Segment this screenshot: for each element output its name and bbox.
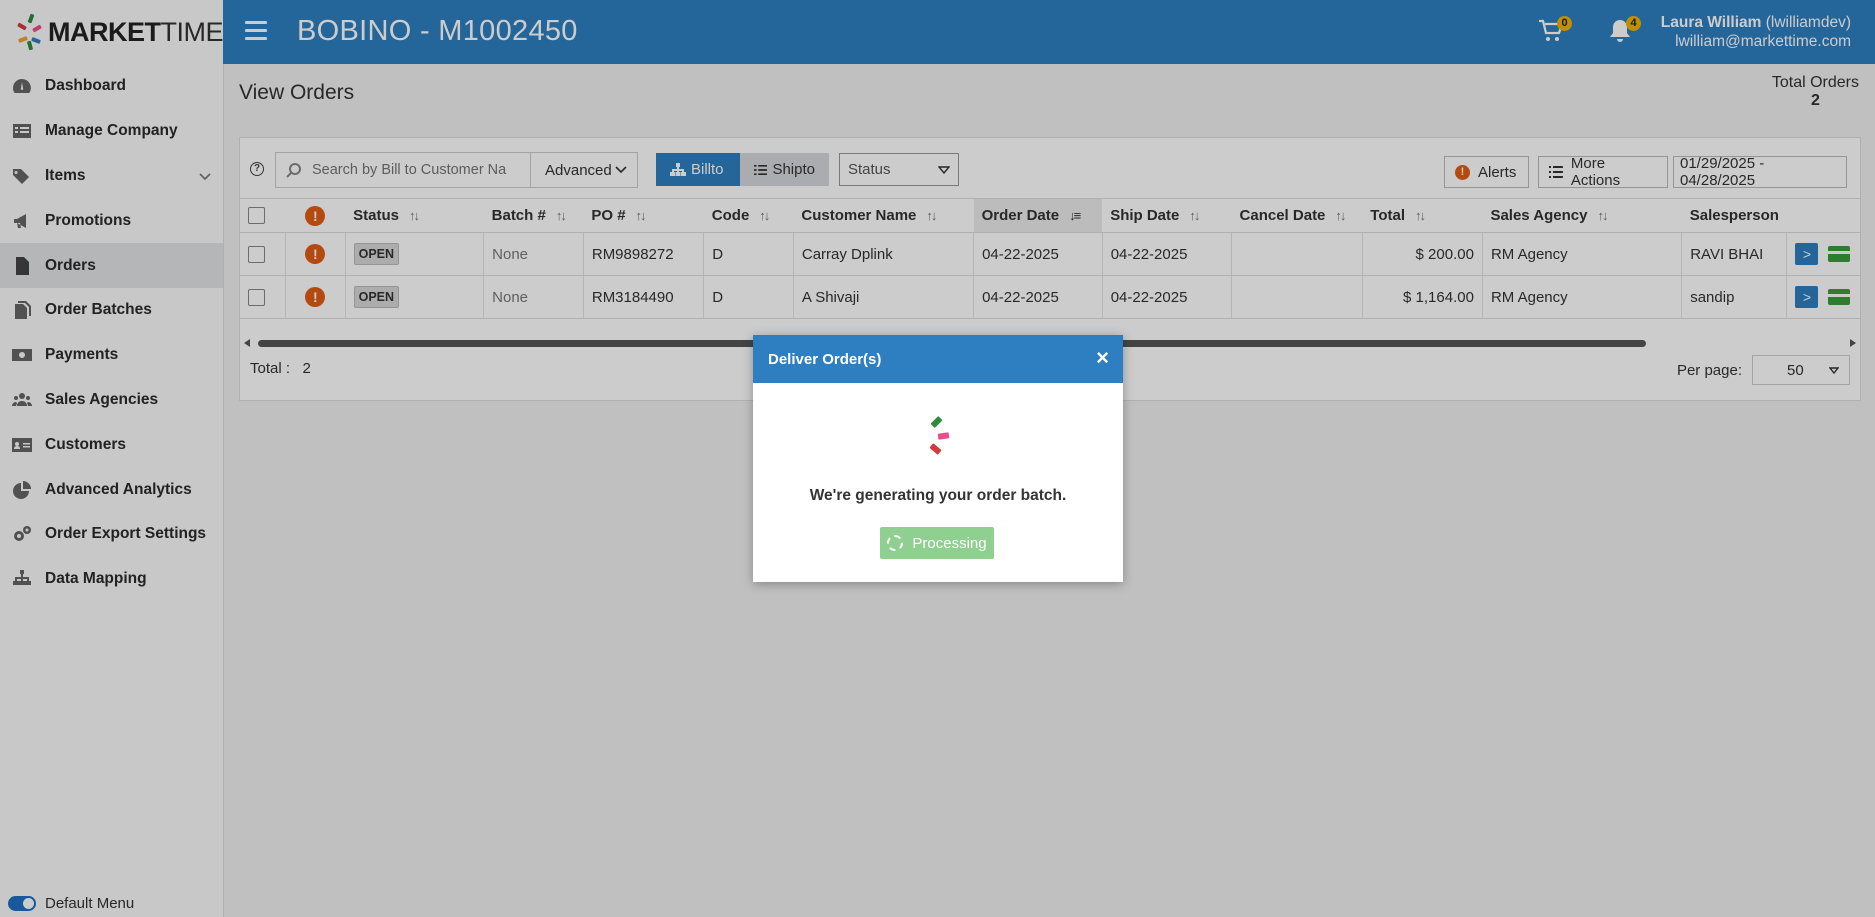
- processing-label: Processing: [912, 534, 987, 552]
- processing-button: Processing: [880, 527, 994, 559]
- loading-spinner-icon: [925, 415, 953, 457]
- spinner-icon: [887, 535, 904, 551]
- modal-title: Deliver Order(s): [768, 350, 882, 368]
- close-icon[interactable]: ×: [1096, 347, 1109, 369]
- deliver-orders-modal: Deliver Order(s) × We're generating your…: [753, 335, 1123, 582]
- modal-message: We're generating your order batch.: [809, 487, 1067, 504]
- modal-header: Deliver Order(s) ×: [753, 335, 1123, 383]
